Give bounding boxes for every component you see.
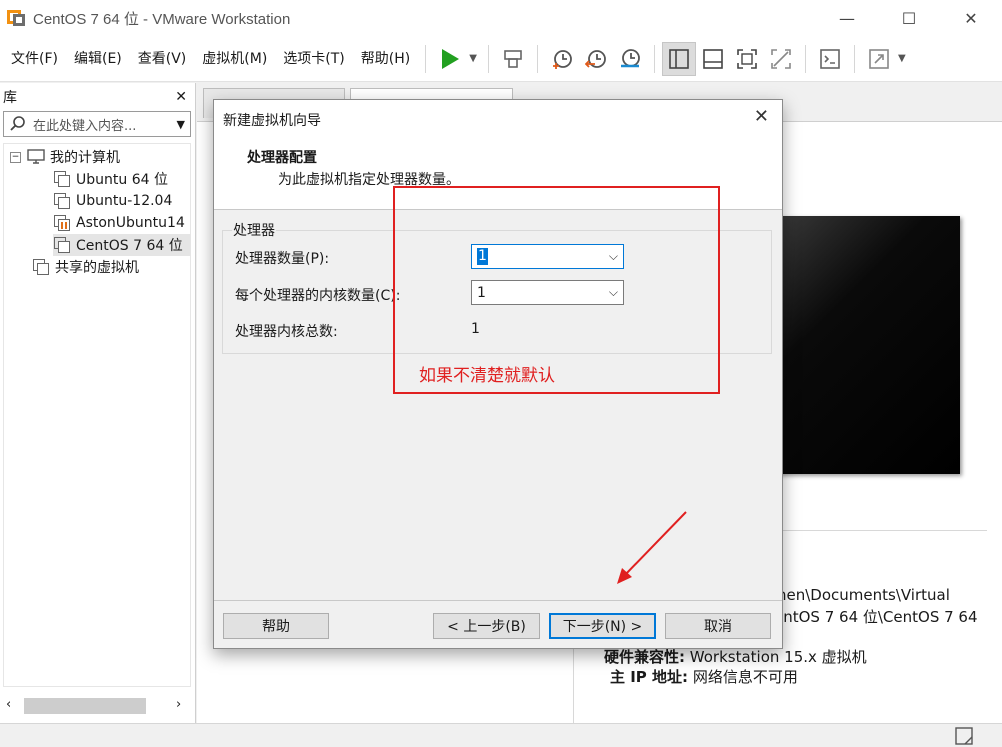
search-icon (10, 116, 25, 131)
cancel-button[interactable]: 取消 (665, 613, 771, 639)
tree-label: CentOS 7 64 位 (76, 238, 183, 254)
library-horizontal-scrollbar[interactable]: ‹ › (0, 695, 195, 717)
library-search-input[interactable]: 在此处键入内容... ▼ (3, 111, 191, 137)
toolbar-separator (487, 44, 489, 73)
tree-label: 我的计算机 (50, 150, 120, 166)
page-heading: 处理器配置 (247, 150, 317, 166)
menu-view[interactable]: 查看(V) (130, 36, 195, 82)
power-dropdown-arrow-icon[interactable]: ▼ (469, 53, 477, 64)
console-view-icon (820, 48, 840, 69)
tree-vm-item[interactable]: Ubuntu 64 位 (53, 168, 168, 190)
vm-screen-preview[interactable] (772, 216, 960, 474)
vmware-logo-icon (7, 8, 27, 28)
search-dropdown-icon[interactable]: ▼ (177, 118, 185, 131)
full-screen-button[interactable] (730, 42, 764, 76)
computer-icon (27, 149, 45, 164)
tree-vm-item-selected[interactable]: CentOS 7 64 位 (53, 234, 191, 256)
title-bar: CentOS 7 64 位 - VMware Workstation — ☐ ✕ (0, 0, 1002, 36)
tree-node-shared-vms[interactable]: 共享的虚拟机 (32, 256, 139, 278)
message-log-icon[interactable] (955, 727, 973, 745)
library-close-icon[interactable]: ✕ (175, 89, 187, 105)
help-button[interactable]: 帮助 (223, 613, 329, 639)
back-button[interactable]: < 上一步(B) (433, 613, 540, 639)
show-library-button[interactable] (661, 41, 696, 76)
dialog-title: 新建虚拟机向导 (223, 113, 321, 129)
menu-vm[interactable]: 虚拟机(M) (194, 36, 275, 82)
status-bar (0, 723, 1002, 747)
tree-label: Ubuntu-12.04 (76, 193, 173, 209)
scroll-right-icon[interactable]: › (176, 697, 181, 712)
vm-icon (53, 192, 71, 210)
vm-path-line2: entOS 7 64 位\CentOS 7 64 (774, 608, 978, 626)
compat-label: 硬件兼容性: (604, 648, 685, 666)
revert-snapshot-button[interactable] (579, 42, 613, 76)
snapshot-manager-icon (620, 48, 640, 67)
maximize-button[interactable]: ☐ (878, 0, 940, 36)
play-icon (442, 48, 460, 69)
revert-snapshot-icon (584, 49, 606, 68)
menu-tabs[interactable]: 选项卡(T) (275, 36, 352, 82)
library-panel: 库 ✕ 在此处键入内容... ▼ − 我的计算机 Ubuntu 64 位 Ubu… (0, 83, 196, 723)
thumbnail-bar-icon (703, 48, 723, 69)
menu-help[interactable]: 帮助(H) (353, 36, 418, 82)
annotation-text: 如果不清楚就默认 (419, 366, 555, 386)
toolbar-separator (653, 44, 655, 73)
ip-label: 主 IP 地址: (610, 668, 689, 686)
collapse-icon[interactable]: − (10, 151, 21, 163)
dialog-title-bar: 新建虚拟机向导 ✕ (214, 100, 782, 137)
close-window-button[interactable]: ✕ (940, 0, 1002, 36)
cores-per-processor-label: 每个处理器的内核数量(C): (235, 288, 401, 304)
compat-value: Workstation 15.x 虚拟机 (689, 648, 867, 666)
menu-file[interactable]: 文件(F) (3, 36, 66, 82)
processor-count-label: 处理器数量(P): (235, 251, 330, 267)
tree-vm-item[interactable]: AstonUbuntu14 (53, 212, 185, 234)
scroll-left-icon[interactable]: ‹ (6, 697, 11, 712)
send-keys-icon (504, 49, 522, 68)
toolbar-separator (536, 44, 538, 73)
tree-node-my-computer[interactable]: − 我的计算机 (10, 146, 120, 168)
tree-label: 共享的虚拟机 (55, 260, 139, 276)
shared-vm-icon (32, 258, 50, 276)
tree-label: AstonUbuntu14 (76, 215, 185, 231)
next-button[interactable]: 下一步(N) > (549, 613, 656, 639)
total-cores-label: 处理器内核总数: (235, 324, 338, 340)
show-library-icon (669, 48, 689, 69)
processor-group-label: 处理器 (232, 220, 276, 240)
toolbar-separator (804, 44, 806, 73)
stretch-icon (869, 48, 889, 69)
dialog-footer-divider (214, 600, 782, 601)
vm-tree: − 我的计算机 Ubuntu 64 位 Ubuntu-12.04 AstonUb… (3, 143, 191, 687)
menu-edit[interactable]: 编辑(E) (66, 36, 130, 82)
power-on-button[interactable] (433, 42, 467, 76)
dialog-close-button[interactable]: ✕ (754, 106, 769, 127)
annotation-arrow-icon (617, 511, 687, 584)
toolbar-separator (853, 44, 855, 73)
stretch-dropdown-arrow-icon[interactable]: ▼ (898, 53, 906, 64)
vm-path-line1: hen\Documents\Virtual (777, 586, 950, 604)
send-keys-button[interactable] (496, 42, 530, 76)
tree-label: Ubuntu 64 位 (76, 172, 168, 188)
search-placeholder: 在此处键入内容... (33, 118, 137, 134)
toolbar-separator (425, 44, 427, 73)
unity-button[interactable] (764, 42, 798, 76)
vm-icon (53, 236, 71, 254)
scroll-thumb[interactable] (24, 698, 146, 714)
ip-value: 网络信息不可用 (692, 668, 798, 686)
take-snapshot-button[interactable] (545, 42, 579, 76)
tree-vm-item[interactable]: Ubuntu-12.04 (53, 190, 172, 212)
vm-icon (53, 170, 71, 188)
menu-bar: 文件(F) 编辑(E) 查看(V) 虚拟机(M) 选项卡(T) 帮助(H) ▼ … (0, 36, 1002, 82)
stretch-button[interactable] (862, 42, 896, 76)
console-view-button[interactable] (813, 42, 847, 76)
minimize-button[interactable]: — (816, 0, 878, 36)
unity-icon (771, 48, 791, 69)
thumbnail-bar-button[interactable] (696, 42, 730, 76)
window-title: CentOS 7 64 位 - VMware Workstation (33, 10, 291, 28)
snapshot-manager-button[interactable] (613, 42, 647, 76)
vm-suspended-icon (53, 214, 71, 232)
full-screen-icon (737, 48, 757, 69)
snapshot-icon (552, 49, 572, 69)
library-title: 库 (3, 90, 17, 106)
